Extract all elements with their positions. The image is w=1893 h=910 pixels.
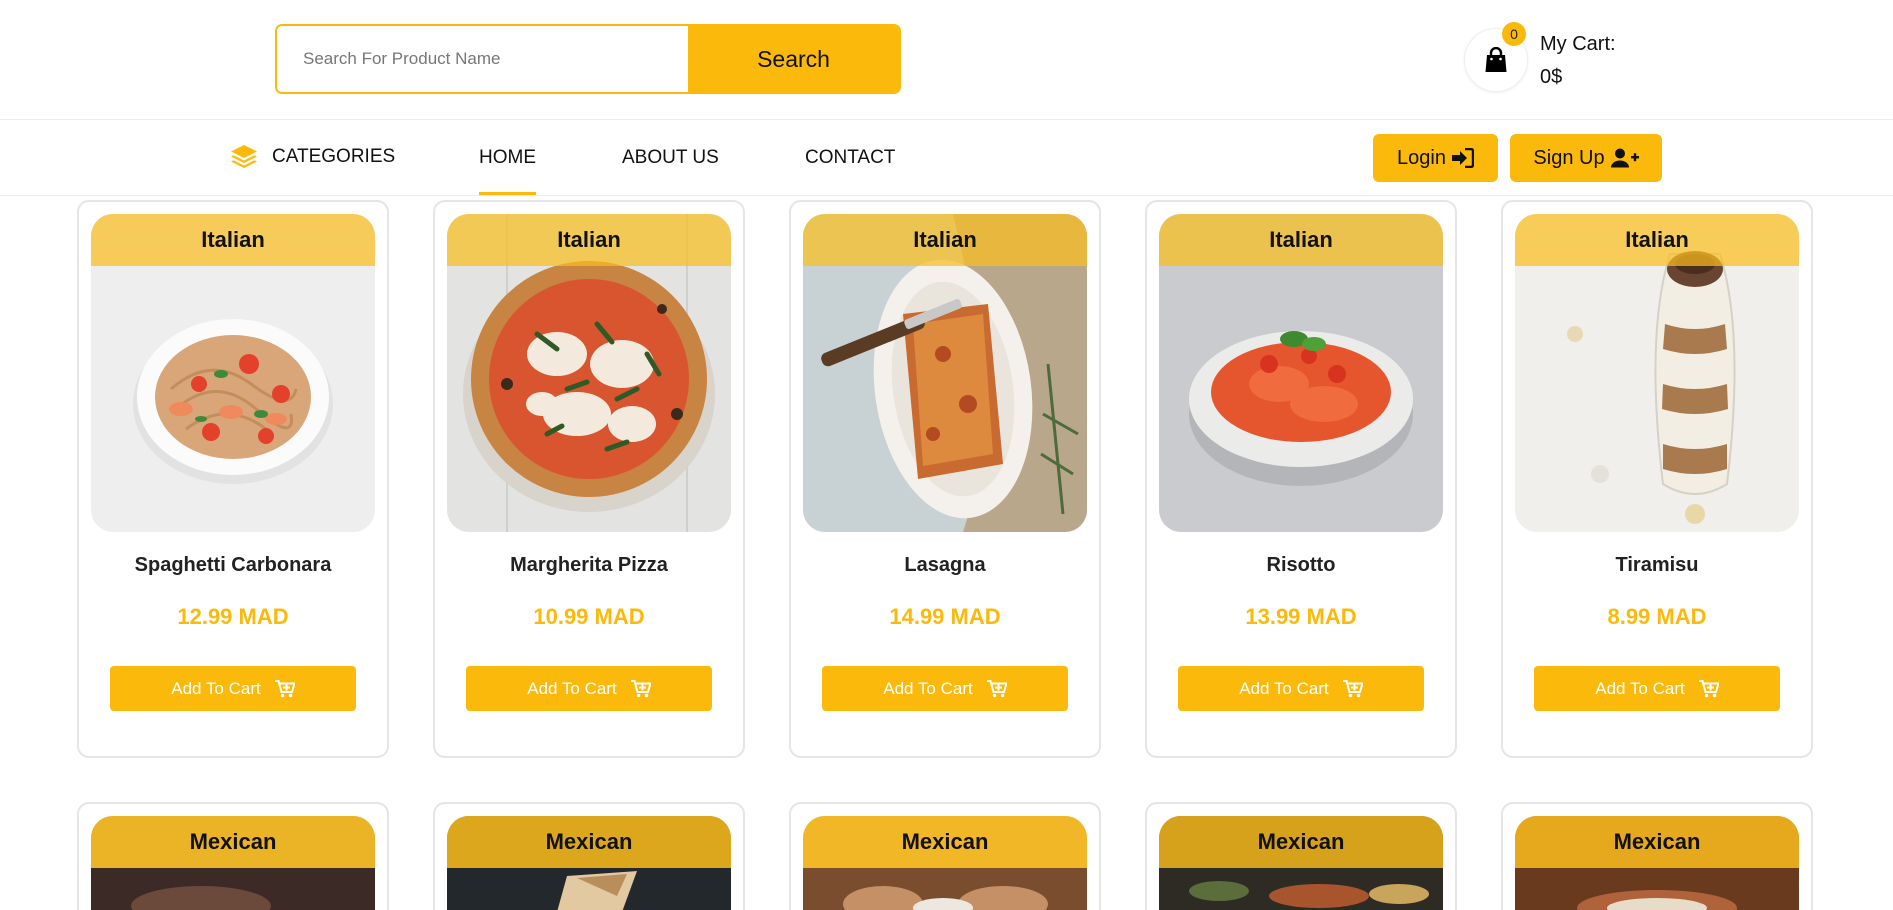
product-price: 14.99 MAD (889, 604, 1001, 629)
product-image: Mexican (803, 816, 1087, 910)
product-name: Tiramisu (1615, 554, 1699, 576)
add-to-cart-button[interactable]: Add To Cart (110, 666, 356, 711)
product-card: Italian Spaghetti Carbonara 12.99 MAD Ad… (77, 200, 389, 758)
category-banner: Mexican (447, 816, 731, 868)
product-price: 10.99 MAD (533, 604, 645, 629)
product-name: Lasagna (904, 554, 986, 576)
cart-plus-icon (274, 679, 295, 697)
product-price: 12.99 MAD (177, 604, 289, 629)
cart-plus-icon (630, 679, 651, 697)
product-image: Mexican (447, 816, 731, 910)
add-to-cart-button[interactable]: Add To Cart (466, 666, 712, 711)
product-card: Mexican (1145, 802, 1457, 910)
category-banner: Mexican (91, 816, 375, 868)
product-card: Italian Margherita Pizza 10.99 MAD Add T… (433, 200, 745, 758)
product-image: Mexican (91, 816, 375, 910)
add-to-cart-label: Add To Cart (883, 678, 973, 698)
product-image: Mexican (1159, 816, 1443, 910)
product-name: Spaghetti Carbonara (134, 554, 332, 576)
product-image: Italian (1515, 214, 1799, 532)
product-card: Mexican (1501, 802, 1813, 910)
product-card: Italian Risotto 13.99 MAD Add To Cart (1145, 200, 1457, 758)
category-banner: Mexican (1159, 816, 1443, 868)
product-image: Italian (1159, 214, 1443, 532)
add-to-cart-label: Add To Cart (527, 678, 617, 698)
add-to-cart-label: Add To Cart (171, 678, 261, 698)
product-card: Mexican (77, 802, 389, 910)
product-card: Italian Lasagna 14.99 MAD Add To Cart (789, 200, 1101, 758)
add-to-cart-label: Add To Cart (1595, 678, 1685, 698)
product-image: Italian (91, 214, 375, 532)
product-card: Italian Tiramisu 8.99 MAD Add To Cart (1501, 200, 1813, 758)
add-to-cart-label: Add To Cart (1239, 678, 1329, 698)
category-banner: Italian (1515, 214, 1799, 266)
cart-plus-icon (986, 679, 1007, 697)
cart-plus-icon (1698, 679, 1719, 697)
product-price: 13.99 MAD (1245, 604, 1357, 629)
product-card: Mexican (433, 802, 745, 910)
product-image: Italian (803, 214, 1087, 532)
cart-plus-icon (1342, 679, 1363, 697)
product-name: Risotto (1266, 554, 1336, 576)
product-price: 8.99 MAD (1607, 604, 1707, 629)
category-banner: Italian (1159, 214, 1443, 266)
category-banner: Italian (91, 214, 375, 266)
product-image: Italian (447, 214, 731, 532)
add-to-cart-button[interactable]: Add To Cart (1534, 666, 1780, 711)
add-to-cart-button[interactable]: Add To Cart (822, 666, 1068, 711)
product-image: Mexican (1515, 816, 1799, 910)
add-to-cart-button[interactable]: Add To Cart (1178, 666, 1424, 711)
product-card: Mexican (789, 802, 1101, 910)
category-banner: Mexican (803, 816, 1087, 868)
product-name: Margherita Pizza (510, 554, 668, 576)
category-banner: Mexican (1515, 816, 1799, 868)
category-banner: Italian (447, 214, 731, 266)
category-banner: Italian (803, 214, 1087, 266)
product-grid: Italian Spaghetti Carbonara 12.99 MAD Ad… (0, 0, 1893, 910)
